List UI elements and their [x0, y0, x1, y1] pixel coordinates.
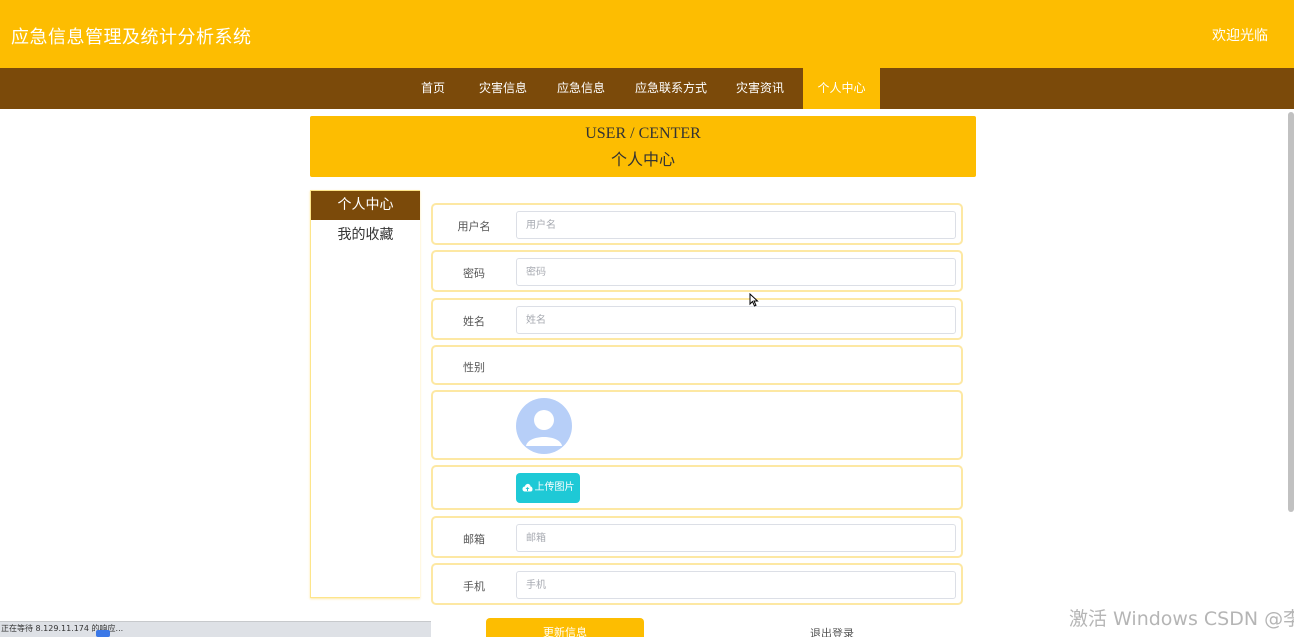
page-title-banner: USER / CENTER 个人中心	[310, 116, 976, 177]
logout-link[interactable]: 退出登录	[810, 625, 854, 637]
password-input[interactable]	[516, 258, 956, 286]
username-row: 用户名	[431, 203, 963, 245]
upload-image-label: 上传图片	[534, 482, 575, 493]
update-info-button[interactable]: 更新信息	[486, 618, 644, 637]
top-header: 应急信息管理及统计分析系统 欢迎光临	[0, 0, 1294, 68]
page: 应急信息管理及统计分析系统 欢迎光临 首页 灾害信息 应急信息 应急联系方式 灾…	[0, 0, 1294, 637]
page-title-cn: 个人中心	[610, 150, 675, 169]
page-title-en: USER / CENTER	[585, 125, 701, 142]
name-row: 姓名	[431, 298, 963, 340]
nav-item-disaster-news[interactable]: 灾害资讯	[727, 68, 793, 109]
phone-input[interactable]	[516, 571, 956, 599]
mouse-cursor-icon	[749, 293, 759, 307]
name-input[interactable]	[516, 306, 956, 334]
nav-item-user-center[interactable]: 个人中心	[803, 68, 880, 109]
email-label: 邮箱	[463, 533, 485, 546]
upload-row: 上传图片	[431, 465, 963, 510]
gender-row: 性别	[431, 345, 963, 385]
page-scrollbar[interactable]	[1288, 112, 1294, 512]
email-row: 邮箱	[431, 516, 963, 558]
nav-item-emergency-contact[interactable]: 应急联系方式	[628, 68, 714, 109]
browser-status-bar: 正在等待 8.129.11.174 的响应...	[0, 621, 431, 637]
cloud-upload-icon	[522, 483, 532, 492]
avatar-row	[431, 390, 963, 460]
user-avatar-icon[interactable]	[516, 398, 572, 454]
password-label: 密码	[463, 267, 485, 280]
status-progress-indicator	[96, 630, 110, 637]
main-nav: 首页 灾害信息 应急信息 应急联系方式 灾害资讯 个人中心	[0, 68, 1294, 109]
name-label: 姓名	[463, 315, 485, 328]
side-item-my-favorites[interactable]: 我的收藏	[311, 221, 420, 250]
side-item-user-center[interactable]: 个人中心	[311, 191, 420, 220]
password-row: 密码	[431, 250, 963, 292]
nav-item-disaster-info[interactable]: 灾害信息	[470, 68, 536, 109]
side-menu: 个人中心 我的收藏	[310, 190, 420, 598]
site-title: 应急信息管理及统计分析系统	[11, 27, 252, 48]
username-input[interactable]	[516, 211, 956, 239]
phone-row: 手机	[431, 563, 963, 605]
upload-image-button[interactable]: 上传图片	[516, 473, 580, 503]
gender-label: 性别	[463, 361, 485, 374]
nav-item-home[interactable]: 首页	[411, 68, 455, 109]
nav-item-emergency-info[interactable]: 应急信息	[548, 68, 614, 109]
watermark-text: 激活 Windows CSDN @李子a	[1069, 608, 1294, 630]
phone-label: 手机	[463, 580, 485, 593]
username-label: 用户名	[457, 220, 491, 233]
welcome-text: 欢迎光临	[1212, 28, 1268, 44]
email-input[interactable]	[516, 524, 956, 552]
